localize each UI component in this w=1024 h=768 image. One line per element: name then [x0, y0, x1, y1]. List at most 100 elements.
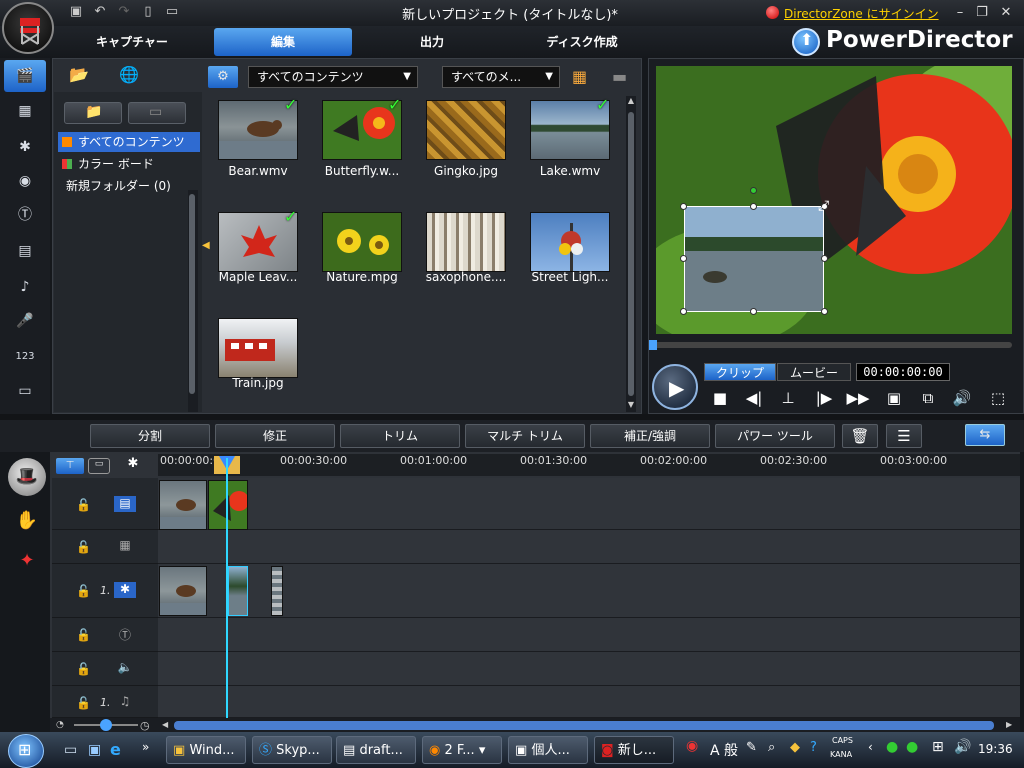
media-thumbnail[interactable]	[322, 212, 402, 272]
tree-scroll-thumb[interactable]	[189, 194, 195, 394]
close-icon[interactable]: ✕	[998, 5, 1014, 21]
minimize-icon[interactable]: –	[952, 5, 968, 21]
tree-item-all-content[interactable]: すべてのコンテンツ	[58, 132, 200, 152]
scroll-up-icon[interactable]: ▲	[626, 96, 636, 108]
track-view-icon[interactable]: ⊤	[56, 458, 84, 474]
ime-tools-icon[interactable]: ✎	[746, 740, 757, 755]
timeline-horizontal-scrollbar[interactable]	[174, 721, 994, 730]
task-powerdirector[interactable]: ◙ 新し...	[594, 736, 674, 764]
particle-room-icon[interactable]: ◉	[10, 168, 40, 194]
quicklaunch-expand-icon[interactable]: »	[142, 740, 154, 760]
import-media-icon[interactable]: 📂	[64, 64, 94, 86]
resize-handle[interactable]	[821, 308, 828, 315]
modify-button[interactable]: 修正	[215, 424, 335, 448]
volume-icon[interactable]: 🔊	[950, 388, 974, 408]
tray-status-icon[interactable]: ●	[886, 739, 898, 755]
tray-sync-icon[interactable]: ●	[906, 739, 918, 755]
resize-handle[interactable]	[680, 308, 687, 315]
play-button[interactable]: ▶	[652, 364, 698, 410]
app-menu-button[interactable]	[2, 2, 54, 54]
hand-tool-icon[interactable]: ✋	[14, 510, 40, 534]
tray-app-icon[interactable]: ◉	[686, 738, 698, 754]
fullscreen-icon[interactable]: ⧉	[916, 388, 940, 408]
timecode-display[interactable]: 00:00:00:00	[856, 363, 950, 381]
effect-track[interactable]	[158, 530, 1020, 564]
zoom-out-icon[interactable]: ◔	[56, 720, 66, 730]
mark-in-icon[interactable]: ⊥	[776, 388, 800, 408]
resize-handle[interactable]	[750, 308, 757, 315]
storyboard-view-icon[interactable]: ▭	[88, 458, 110, 474]
show-desktop-icon[interactable]: ▭	[64, 742, 82, 760]
tab-capture[interactable]: キャプチャー	[76, 28, 188, 56]
new-folder-button[interactable]: 📁	[64, 102, 122, 124]
fix-enhance-button[interactable]: 補正/強調	[590, 424, 710, 448]
help-icon[interactable]: ?	[810, 740, 817, 755]
start-button[interactable]: ⊞	[8, 734, 44, 768]
media-type-dropdown[interactable]: すべてのメ... ▼	[442, 66, 560, 88]
clock[interactable]: 19:36	[978, 742, 1013, 756]
task-windows[interactable]: ▣ Wind...	[166, 736, 246, 764]
preview-settings-icon[interactable]: ⬚	[986, 388, 1010, 408]
pip-track[interactable]	[158, 564, 1020, 618]
grid-view-icon[interactable]: ▦	[572, 66, 600, 88]
voice-over-room-icon[interactable]: 🎤	[10, 308, 40, 334]
tab-create-disc[interactable]: ディスク作成	[520, 28, 644, 56]
chapter-room-icon[interactable]: 123	[10, 344, 40, 370]
timeline-clip-bear[interactable]	[159, 480, 207, 530]
ie-icon[interactable]: e	[110, 740, 130, 760]
tray-expand-icon[interactable]: ‹	[868, 740, 873, 754]
title-room-icon[interactable]: Ⓣ	[10, 202, 40, 228]
storyboard-icon[interactable]: ▬	[612, 66, 640, 88]
media-thumbnail[interactable]	[530, 212, 610, 272]
snapshot-icon[interactable]: ▣	[882, 388, 906, 408]
video-track[interactable]	[158, 478, 1020, 530]
rotate-handle[interactable]	[750, 187, 757, 194]
task-personal[interactable]: ▣ 個人...	[508, 736, 588, 764]
scroll-left-icon[interactable]: ◀	[162, 720, 172, 730]
content-filter-dropdown[interactable]: すべてのコンテンツ ▼	[248, 66, 418, 88]
task-firefox[interactable]: ◉ 2 F... ▾	[422, 736, 502, 764]
tree-item-new-folder[interactable]: 新規フォルダー (0)	[58, 176, 200, 196]
resize-handle[interactable]	[750, 203, 757, 210]
zoom-slider-handle[interactable]	[100, 719, 112, 731]
trim-button[interactable]: トリム	[340, 424, 460, 448]
delete-folder-button[interactable]: ▭	[128, 102, 186, 124]
magic-tools-icon[interactable]: 🎩	[8, 458, 46, 496]
seek-slider-handle[interactable]	[649, 340, 657, 350]
tab-edit[interactable]: 編集	[214, 28, 352, 56]
new-project-icon[interactable]: ▯	[140, 4, 156, 20]
multi-trim-button[interactable]: マルチ トリム	[465, 424, 585, 448]
audio-mixing-room-icon[interactable]: ♪	[10, 274, 40, 300]
lock-icon[interactable]: 🔓	[76, 662, 91, 676]
library-scroll-thumb[interactable]	[628, 112, 634, 396]
media-thumbnail[interactable]	[426, 212, 506, 272]
split-button[interactable]: 分割	[90, 424, 210, 448]
timeline-clip-butterfly[interactable]	[208, 480, 248, 530]
power-tools-button[interactable]: パワー ツール	[715, 424, 835, 448]
tree-item-color-board[interactable]: カラー ボード	[58, 154, 200, 174]
maximize-icon[interactable]: ❐	[974, 5, 990, 21]
directorzone-signin-link[interactable]: DirectorZone にサインイン	[784, 5, 939, 22]
title-track[interactable]	[158, 618, 1020, 652]
undo-icon[interactable]: ↶	[92, 4, 108, 20]
track-manager-icon[interactable]: ✱	[122, 456, 144, 474]
ime-mode-indicator[interactable]: A 般	[710, 740, 738, 760]
download-media-icon[interactable]: 🌐	[114, 64, 144, 86]
next-frame-icon[interactable]: |▶	[812, 388, 836, 408]
preview-seekbar[interactable]	[652, 342, 1012, 348]
music-track[interactable]	[158, 686, 1020, 718]
open-project-icon[interactable]: ▭	[164, 4, 180, 20]
task-draft[interactable]: ▤ draft...	[336, 736, 416, 764]
task-skype[interactable]: Ⓢ Skyp...	[252, 736, 332, 764]
pip-clip-lake[interactable]	[228, 566, 248, 616]
resize-handle[interactable]	[680, 203, 687, 210]
delete-button[interactable]: 🗑	[842, 424, 878, 448]
transition-room-icon[interactable]: ▤	[10, 238, 40, 264]
magic-style-icon[interactable]: ✦	[14, 550, 40, 574]
clip-mode-button[interactable]: クリップ	[704, 363, 776, 381]
voice-track[interactable]	[158, 652, 1020, 686]
playhead-line[interactable]	[226, 458, 228, 718]
network-icon[interactable]: ⊞	[932, 739, 944, 755]
pip-object-selection[interactable]	[684, 206, 824, 312]
zoom-in-icon[interactable]: ◷	[140, 719, 152, 732]
